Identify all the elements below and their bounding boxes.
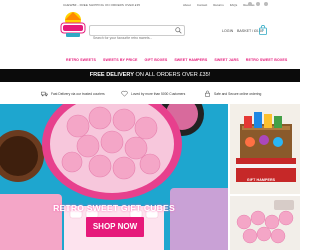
instagram-icon[interactable] [264, 2, 268, 6]
usp-fast-delivery: Fast Delivery via our trusted couriers [41, 90, 105, 97]
top-link-faqs[interactable]: FAQs [230, 3, 238, 7]
usp-label: Safe and Secure online ordering [214, 91, 262, 96]
secondary-promo[interactable] [230, 196, 300, 250]
usp-label: Fast Delivery via our trusted couriers [51, 91, 105, 96]
usp-row: Fast Delivery via our trusted couriers L… [0, 87, 300, 99]
top-link-contact[interactable]: Contact [197, 3, 207, 7]
nav-item-sweet-jars[interactable]: SWEET JARS [214, 58, 238, 62]
shipping-tagline: CHEWBZ - FREE SHIPPING ON ORDERS OVER £3… [63, 3, 141, 7]
usp-loved-customers: Loved by more than 5000 Customers [121, 90, 185, 97]
top-links: About Contact Returns FAQs Reviews [183, 3, 255, 7]
twitter-icon[interactable] [256, 2, 260, 6]
social-links [248, 2, 268, 6]
usp-secure-ordering: Safe and Secure online ordering [204, 90, 261, 97]
hero-title: RETRO SWEET GIFT CUBES [53, 203, 175, 213]
gift-hampers-label[interactable]: GIFT HAMPERS [230, 178, 292, 182]
delivery-banner-text: ON ALL ORDERS OVER £35! [135, 72, 211, 78]
top-link-returns[interactable]: Returns [213, 3, 224, 7]
search-input[interactable] [90, 33, 174, 43]
usp-label: Loved by more than 5000 Customers [131, 91, 186, 96]
nav-item-retro-sweet-boxes[interactable]: RETRO SWEET BOXES [246, 58, 288, 62]
top-link-about[interactable]: About [183, 3, 191, 7]
truck-icon [41, 91, 48, 97]
search-icon[interactable] [175, 27, 182, 34]
lock-icon [205, 90, 210, 97]
free-delivery-banner: FREE DELIVERY ON ALL ORDERS OVER £35! [0, 69, 300, 82]
nav-item-retro-sweets[interactable]: RETRO SWEETS [66, 58, 96, 62]
hero-banner[interactable]: RETRO SWEET GIFT CUBES SHOP NOW [0, 104, 228, 250]
delivery-banner-highlight: FREE DELIVERY [89, 72, 134, 78]
main-nav: RETRO SWEETS SWEETS BY PRICE GIFT BOXES … [66, 58, 287, 62]
heart-icon [121, 90, 128, 97]
search-box [89, 25, 185, 43]
nav-item-sweets-by-price[interactable]: SWEETS BY PRICE [103, 58, 138, 62]
sweets-jar-image [230, 196, 300, 250]
shop-now-button[interactable]: SHOP NOW [86, 217, 144, 237]
login-link[interactable]: LOGIN [222, 29, 233, 33]
top-utility-bar: CHEWBZ - FREE SHIPPING ON ORDERS OVER £3… [0, 0, 300, 10]
basket-count-badge: 0 [262, 28, 264, 32]
facebook-icon[interactable] [248, 2, 252, 6]
chewbz-logo[interactable] [60, 11, 86, 39]
nav-item-gift-boxes[interactable]: GIFT BOXES [145, 58, 168, 62]
nav-item-sweet-hampers[interactable]: SWEET HAMPERS [174, 58, 207, 62]
